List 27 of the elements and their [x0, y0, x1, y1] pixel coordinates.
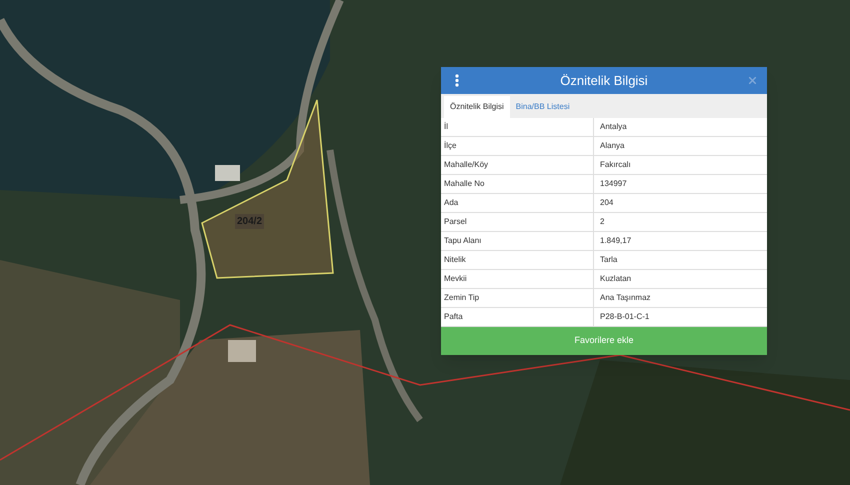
attribute-value: Antalya [599, 121, 628, 133]
attribute-name: Mahalle/Köy [441, 156, 594, 174]
attribute-name: Mahalle No [441, 175, 594, 193]
attribute-value: Fakırcalı [599, 159, 632, 171]
attribute-value: 204 [599, 197, 614, 209]
attribute-name: İlçe [441, 137, 594, 155]
attribute-name: İl [441, 118, 594, 136]
tab[interactable]: Öznitelik Bilgisi [444, 96, 510, 118]
attribute-value: Kuzlatan [599, 273, 632, 285]
attribute-name: Ada [441, 194, 594, 212]
attribute-value: P28-B-01-C-1 [599, 311, 650, 323]
menu-icon[interactable] [455, 74, 459, 87]
attribute-name: Pafta [441, 308, 594, 326]
attribute-name: Zemin Tip [441, 289, 594, 307]
attribute-name: Tapu Alanı [441, 232, 594, 250]
add-to-favorites-button[interactable]: Favorilere ekle [441, 327, 767, 355]
panel-title: Öznitelik Bilgisi [560, 72, 648, 90]
attribute-value: 2 [599, 216, 606, 228]
attribute-value: Ana Taşınmaz [599, 292, 652, 304]
attribute-value: Tarla [599, 254, 618, 266]
tab[interactable]: Bina/BB Listesi [510, 96, 576, 118]
attribute-name: Nitelik [441, 251, 594, 269]
attribute-value: 1.849,17 [599, 235, 632, 247]
attribute-value: 134997 [599, 178, 628, 190]
attribute-name: Parsel [441, 213, 594, 231]
attribute-name: Mevkii [441, 270, 594, 288]
attribute-value: Alanya [599, 140, 626, 152]
